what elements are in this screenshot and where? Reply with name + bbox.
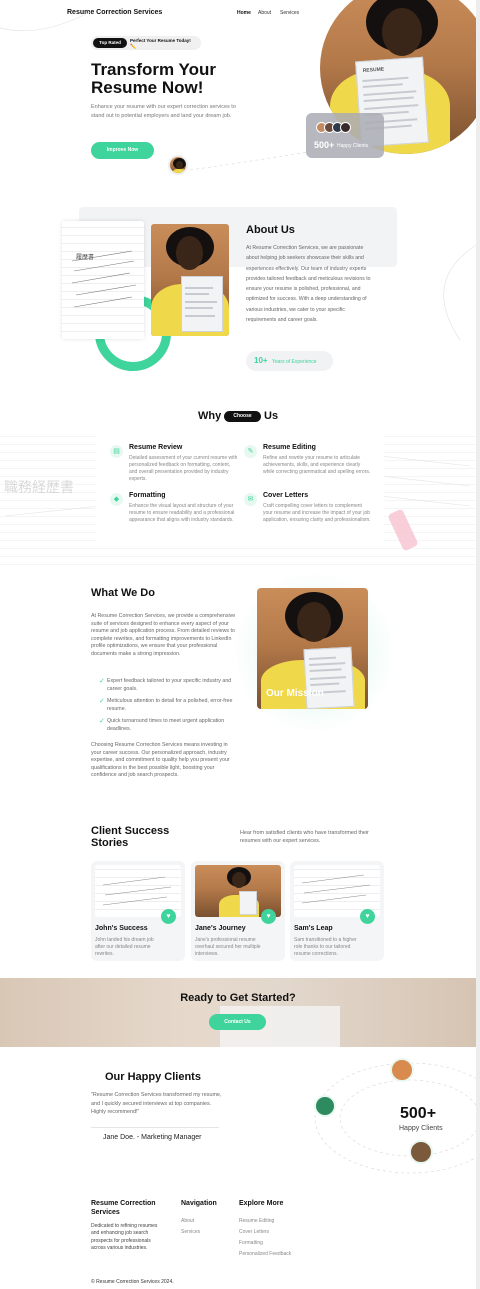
years-number: 10+ — [254, 356, 268, 365]
story-title: Jane's Journey — [195, 925, 246, 932]
badge-text: Perfect Your Resume Today! — [130, 38, 191, 43]
hero-clients-card: 500+ Happy Clients — [306, 113, 384, 158]
story-title: John's Success — [95, 925, 148, 932]
heart-icon[interactable]: ♥ — [161, 909, 176, 924]
what-intro: At Resume Correction Services, we provid… — [91, 613, 236, 657]
story-text: John landed his dream job after our deta… — [95, 937, 154, 957]
bullet-text: Expert feedback tailored to your specifi… — [107, 678, 232, 692]
footer-link-about[interactable]: About — [181, 1218, 194, 1224]
footer-brand-1: Resume Correction — [91, 1200, 156, 1207]
why-title-right: Us — [264, 410, 279, 422]
story-text: Jane's professional resume overhaul secu… — [195, 937, 261, 957]
story-card-jane[interactable]: ♥ Jane's Journey Jane's professional res… — [191, 861, 285, 961]
why-title-left: Why — [198, 410, 222, 422]
footer-explore-title: Explore More — [239, 1200, 284, 1207]
what-outro: Choosing Resume Correction Services mean… — [91, 742, 230, 778]
heart-icon[interactable]: ♥ — [360, 909, 375, 924]
pencil-icon: ✏️ — [130, 44, 137, 50]
edit-icon: ✎ — [244, 445, 257, 458]
years-experience-badge: 10+ Years of Experience — [246, 351, 333, 371]
scrollbar[interactable] — [476, 0, 480, 1289]
stories-description: Hear from satisfied clients who have tra… — [240, 830, 369, 844]
stories-title-2: Stories — [91, 837, 129, 849]
client-avatars — [316, 122, 360, 133]
hero-clients-count: 500+ — [314, 140, 335, 150]
hero-title-1: Transform Your — [91, 60, 217, 79]
footer-link-resume-editing[interactable]: Resume Editing — [239, 1218, 274, 1224]
about-photo — [151, 224, 229, 336]
footer-link-personalized-feedback[interactable]: Personalized Feedback — [239, 1251, 291, 1257]
clients-label: Happy Clients — [399, 1125, 443, 1132]
bullet-text: Quick turnaround times to meet urgent ap… — [107, 718, 225, 732]
why-title-pill: Choose — [224, 411, 261, 422]
why-item-text: Detailed assessment of your current resu… — [129, 455, 238, 482]
years-label: Years of Experience — [272, 359, 317, 365]
why-item-text: Enhance the visual layout and structure … — [129, 503, 235, 523]
hero-title-2: Resume Now! — [91, 78, 204, 97]
story-card-john[interactable]: ♥ John's Success John landed his dream j… — [91, 861, 185, 961]
document-icon: ▤ — [110, 445, 123, 458]
why-item-title: Cover Letters — [263, 492, 309, 499]
stories-title-1: Client Success — [91, 825, 170, 837]
check-icon: ✓ — [99, 698, 105, 705]
why-item-cover-letters: ✉ Cover Letters Craft compelling cover l… — [242, 492, 372, 536]
why-item-title: Formatting — [129, 492, 166, 499]
hero-description: Enhance your resume with our expert corr… — [91, 104, 236, 119]
check-icon: ✓ — [99, 678, 105, 685]
svg-text:職務経歴書: 職務経歴書 — [4, 480, 74, 496]
client-avatar-2 — [314, 1095, 336, 1117]
story-card-sam[interactable]: ♥ Sam's Leap Sam transitioned to a highe… — [290, 861, 384, 961]
about-title: About Us — [246, 224, 295, 236]
clients-quote: "Resume Correction Services transformed … — [91, 1092, 222, 1115]
layout-icon: ◆ — [110, 493, 123, 506]
client-avatar-3 — [409, 1140, 433, 1164]
what-bullet-2: ✓ Meticulous attention to detail for a p… — [99, 697, 239, 713]
footer-link-services[interactable]: Services — [181, 1229, 200, 1235]
cta-banner — [0, 978, 480, 1047]
cta-title: Ready to Get Started? — [180, 992, 296, 1004]
copyright: © Resume Correction Services 2024. — [91, 1279, 174, 1285]
clients-count: 500+ — [400, 1105, 437, 1122]
why-item-resume-editing: ✎ Resume Editing Refine and rewrite your… — [242, 444, 372, 488]
contact-us-button[interactable]: Contact Us — [209, 1014, 266, 1030]
hero-small-avatar — [168, 155, 188, 175]
bullet-text: Meticulous attention to detail for a pol… — [107, 698, 233, 712]
resume-paper-title: RESUME — [362, 66, 385, 74]
why-item-resume-review: ▤ Resume Review Detailed assessment of y… — [108, 444, 238, 488]
footer-link-formatting[interactable]: Formatting — [239, 1240, 263, 1246]
footer-brand-2: Services — [91, 1209, 120, 1216]
svg-text:履歴書: 履歴書 — [76, 253, 94, 261]
hero-clients-label: Happy Clients — [337, 143, 369, 149]
why-item-formatting: ◆ Formatting Enhance the visual layout a… — [108, 492, 238, 536]
about-decor-arc — [443, 243, 479, 341]
mail-icon: ✉ — [244, 493, 257, 506]
story-text: Sam transitioned to a higher role thanks… — [294, 937, 357, 957]
footer-brand-desc: Dedicated to refining resumes and enhanc… — [91, 1223, 158, 1251]
why-item-title: Resume Review — [129, 444, 183, 451]
why-item-title: Resume Editing — [263, 444, 316, 451]
check-icon: ✓ — [99, 718, 105, 725]
about-text: At Resume Correction Services, we are pa… — [246, 245, 371, 324]
clients-author: Jane Doe. - Marketing Manager — [103, 1134, 202, 1141]
why-item-text: Refine and rewrite your resume to articu… — [263, 455, 371, 475]
client-avatar-1 — [390, 1058, 414, 1082]
about-document-image: 履歴書 — [62, 221, 144, 339]
why-item-text: Craft compelling cover letters to comple… — [263, 503, 371, 523]
heart-icon[interactable]: ♥ — [261, 909, 276, 924]
story-title: Sam's Leap — [294, 925, 333, 932]
footer-nav-title: Navigation — [181, 1200, 217, 1207]
footer-link-cover-letters[interactable]: Cover Letters — [239, 1229, 269, 1235]
clients-title: Our Happy Clients — [105, 1071, 201, 1083]
what-bullet-3: ✓ Quick turnaround times to meet urgent … — [99, 717, 239, 733]
what-bullet-1: ✓ Expert feedback tailored to your speci… — [99, 677, 239, 693]
top-rated-pill: Top Rated — [93, 38, 127, 48]
mission-label: Our Mission — [266, 688, 324, 699]
what-title: What We Do — [91, 587, 155, 599]
quote-divider — [91, 1127, 219, 1128]
improve-now-button[interactable]: Improve Now — [91, 142, 154, 159]
